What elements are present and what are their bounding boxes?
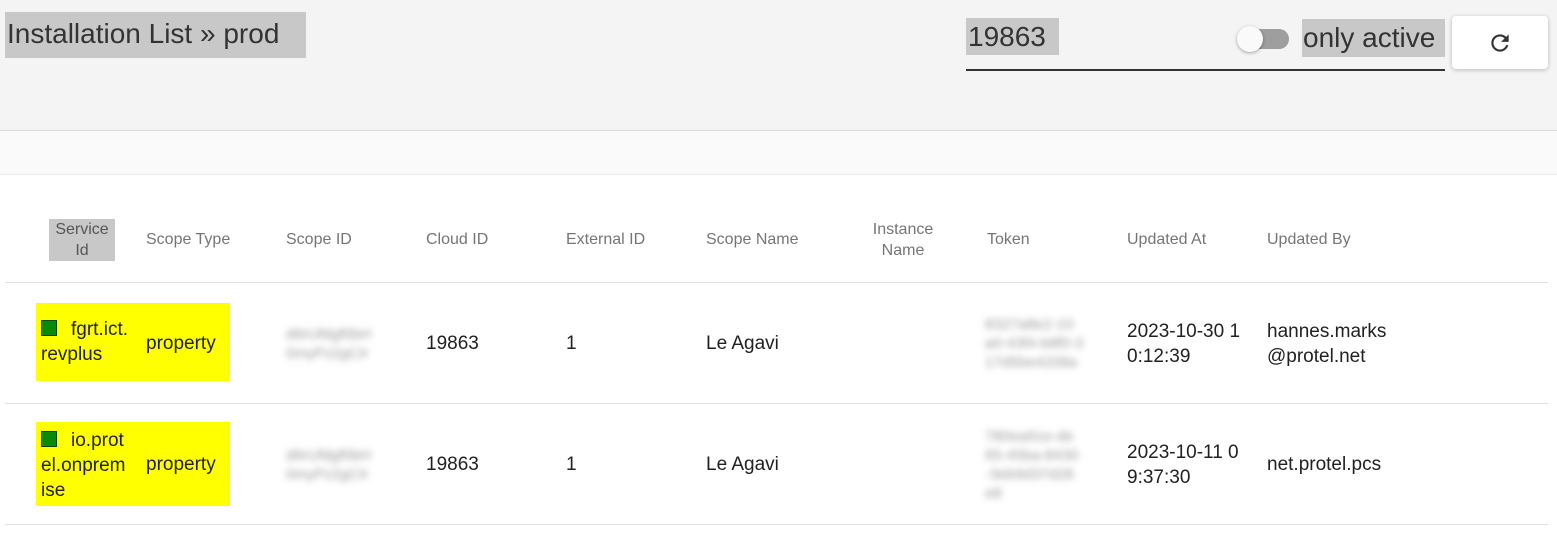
page-title: Installation List » prod: [5, 12, 306, 58]
cell-updated-by: net.protel.pcs: [1267, 454, 1382, 475]
cell-scope-name: Le Agavi: [706, 333, 779, 354]
cell-token: 780ea91e-de 65-45ba-8430 -3eb9d37d28 e8: [985, 427, 1079, 502]
column-header-external-id[interactable]: External ID: [566, 196, 696, 283]
only-active-label[interactable]: only active: [1302, 19, 1445, 57]
status-active-icon: [41, 320, 57, 336]
column-header-cloud-id[interactable]: Cloud ID: [426, 196, 556, 283]
cell-token: 8327a8e2-10 a0-43f4-b8f0-3 17d5be4208a: [985, 316, 1084, 371]
column-header-scope-type[interactable]: Scope Type: [146, 196, 276, 283]
cell-scope-name: Le Agavi: [706, 454, 779, 475]
table-header: Service Id Scope Type Scope ID Cloud ID …: [5, 196, 1548, 283]
column-header-scope-id[interactable]: Scope ID: [286, 196, 416, 283]
cell-cloud-id: 19863: [426, 454, 479, 475]
refresh-button[interactable]: [1452, 16, 1548, 69]
cell-scope-type: property: [146, 454, 216, 475]
column-header-token[interactable]: Token: [987, 196, 1117, 283]
column-header-service-id[interactable]: Service Id: [49, 196, 115, 283]
cell-external-id: 1: [566, 333, 577, 354]
cell-service-id: fgrt.ict. revplus: [41, 319, 129, 365]
top-toolbar: Installation List » prod only active: [0, 0, 1557, 131]
column-header-updated-at[interactable]: Updated At: [1127, 196, 1257, 283]
filter-bar: [0, 131, 1557, 175]
cell-external-id: 1: [566, 454, 577, 475]
status-active-icon: [41, 431, 57, 447]
cell-updated-at: 2023-10-30 1 0:12:39: [1127, 320, 1241, 367]
column-header-updated-by[interactable]: Updated By: [1267, 196, 1417, 283]
installation-table: Service Id Scope Type Scope ID Cloud ID …: [5, 196, 1548, 525]
cell-scope-type: property: [146, 333, 216, 354]
column-header-scope-name[interactable]: Scope Name: [706, 196, 846, 283]
cell-instance-name: [863, 404, 943, 525]
cell-updated-at: 2023-10-11 0 9:37:30: [1127, 441, 1239, 488]
cell-cloud-id: 19863: [426, 333, 479, 354]
cell-updated-by: hannes.marks @protel.net: [1267, 320, 1387, 367]
only-active-toggle[interactable]: [1237, 26, 1293, 52]
table-row[interactable]: fgrt.ict. revplus property d6rUfdgf0bH 0…: [5, 283, 1548, 404]
cell-service-id: io.prot el.onprem ise: [41, 430, 126, 501]
toggle-thumb[interactable]: [1237, 26, 1263, 52]
cell-instance-name: [863, 283, 943, 404]
cell-scope-id: d6rUfdgf0bH 0myPz2gCIr: [286, 446, 372, 483]
search-input[interactable]: [966, 18, 1059, 55]
cell-scope-id: d6rUfdgf0bH 0myPz2gCIr: [286, 325, 372, 362]
refresh-icon: [1491, 34, 1509, 52]
table-row[interactable]: io.prot el.onprem ise property d6rUfdgf0…: [5, 404, 1548, 525]
column-header-instance-name[interactable]: Instance Name: [863, 196, 943, 283]
